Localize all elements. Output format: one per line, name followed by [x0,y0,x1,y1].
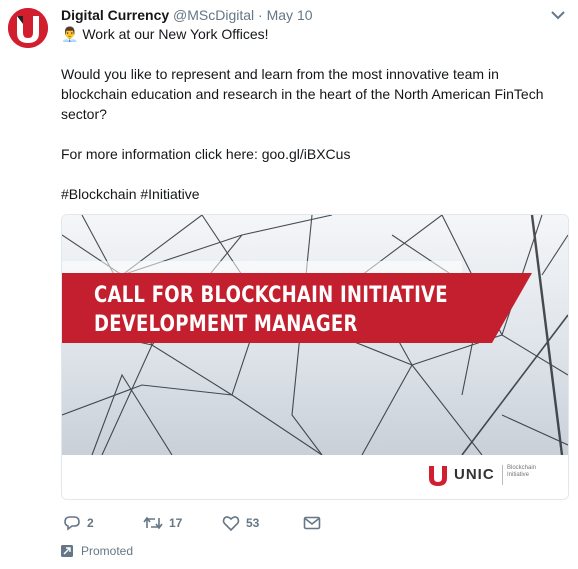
like-count: 53 [246,516,260,530]
tweet-header: Digital Currency @MScDigital · May 10 [61,6,313,24]
link-card[interactable]: CALL FOR BLOCKCHAIN INITIATIVE DEVELOPME… [61,214,569,500]
reply-icon [64,516,80,531]
tweet-date[interactable]: May 10 [267,7,313,23]
reply-button[interactable]: 2 [63,514,94,532]
reply-count: 2 [87,516,94,530]
tweet-text-line: sector? [61,106,107,122]
unic-avatar-icon [8,8,48,48]
separator: · [258,7,263,23]
tweet-hashtags[interactable]: #Blockchain #Initiative [61,184,200,204]
like-button[interactable]: 53 [222,514,259,532]
unic-logo-icon [429,466,447,486]
unic-logo-text: UNIC [454,466,495,483]
card-banner-title: CALL FOR BLOCKCHAIN INITIATIVE DEVELOPME… [94,281,448,339]
logo-subtitle: Blockchain Initiative [507,465,557,479]
tweet-link-line[interactable]: For more information click here: goo.gl/… [61,144,350,164]
promoted-indicator[interactable]: Promoted [61,544,133,558]
author-handle[interactable]: @MScDigital [173,7,254,23]
banner-line-1: CALL FOR BLOCKCHAIN INITIATIVE [94,283,448,308]
message-button[interactable] [303,514,327,532]
avatar[interactable] [8,8,48,48]
banner-line-2: DEVELOPMENT MANAGER [94,312,358,337]
retweet-icon [143,516,163,530]
logo-subtitle-line-1: Blockchain [507,465,537,471]
like-icon [222,516,240,531]
tweet-line-1: 👨‍💼 Work at our New York Offices! [61,24,269,44]
promoted-label: Promoted [81,544,134,558]
author-name[interactable]: Digital Currency [61,7,169,23]
emoji-icon: 👨‍💼 [61,26,79,42]
promoted-icon [61,545,73,557]
message-icon [303,516,321,530]
logo-divider [502,465,503,485]
chevron-down-icon[interactable] [550,9,566,21]
tweet-text-line: blockchain education and research in the… [61,86,544,102]
retweet-count: 17 [169,516,183,530]
retweet-button[interactable]: 17 [143,514,182,532]
tweet-text-line: Work at our New York Offices! [82,26,269,42]
logo-subtitle-line-2: Initiative [507,472,530,478]
tweet-text-line: Would you like to represent and learn fr… [61,66,499,82]
